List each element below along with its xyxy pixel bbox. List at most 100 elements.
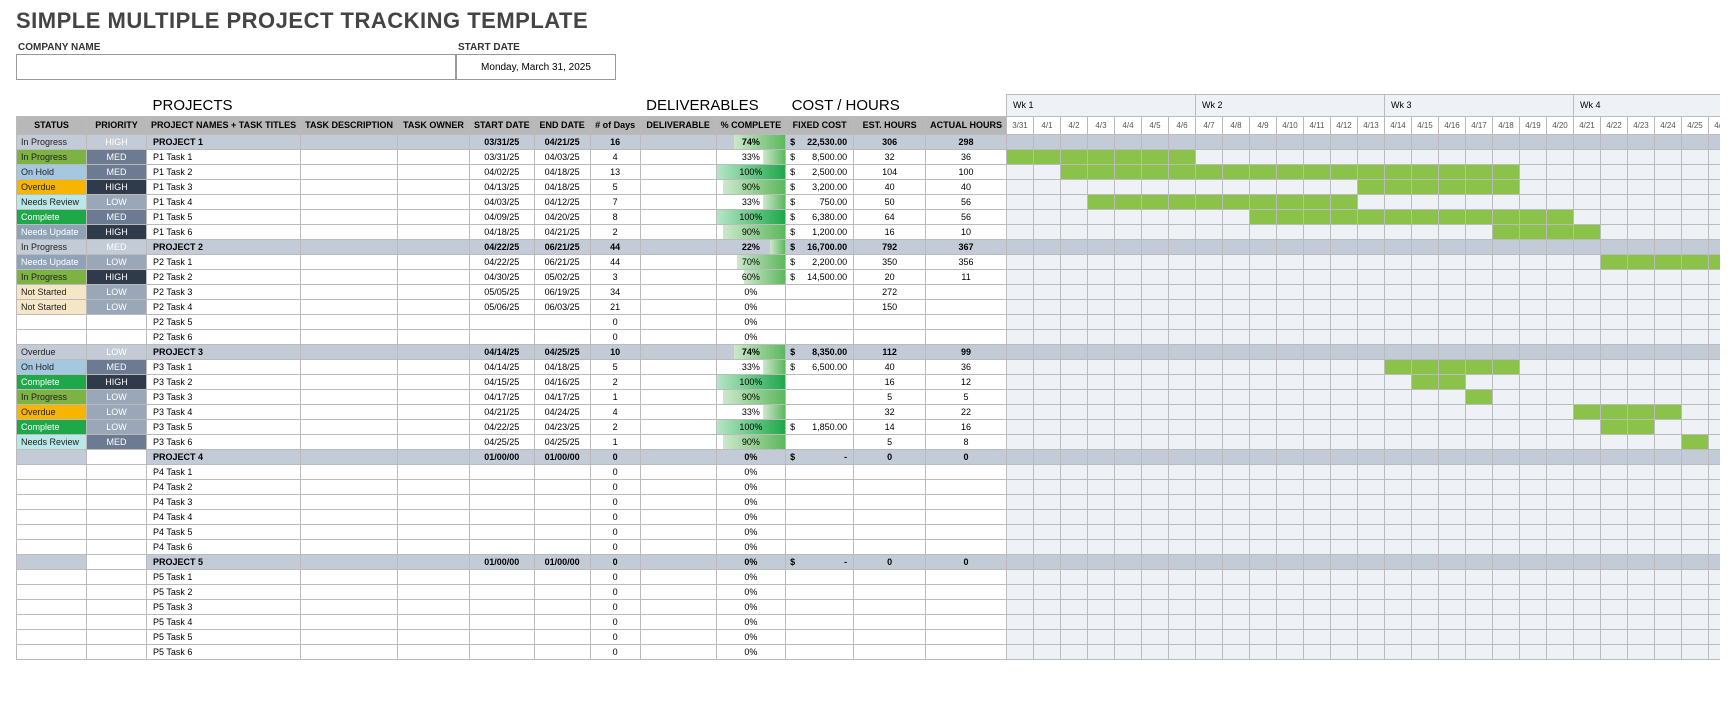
task-row[interactable]: P4 Task 600% bbox=[17, 539, 1721, 554]
percent-cell[interactable]: 22% bbox=[716, 239, 786, 254]
description-cell[interactable] bbox=[301, 284, 398, 299]
status-cell[interactable] bbox=[17, 569, 87, 584]
description-cell[interactable] bbox=[301, 164, 398, 179]
actual-hours-cell[interactable] bbox=[926, 569, 1007, 584]
end-date-cell[interactable]: 04/20/25 bbox=[534, 209, 590, 224]
start-date-cell[interactable] bbox=[469, 524, 534, 539]
status-cell[interactable] bbox=[17, 539, 87, 554]
priority-cell[interactable] bbox=[87, 479, 147, 494]
percent-cell[interactable]: 0% bbox=[716, 644, 786, 659]
cost-cell[interactable]: $3,200.00 bbox=[786, 179, 854, 194]
est-hours-cell[interactable]: 5 bbox=[854, 434, 926, 449]
cost-cell[interactable]: $1,200.00 bbox=[786, 224, 854, 239]
name-cell[interactable]: P2 Task 3 bbox=[147, 284, 301, 299]
task-row[interactable]: Needs ReviewLOWP1 Task 404/03/2504/12/25… bbox=[17, 194, 1721, 209]
actual-hours-cell[interactable] bbox=[926, 494, 1007, 509]
deliverable-cell[interactable] bbox=[640, 179, 716, 194]
percent-cell[interactable]: 100% bbox=[716, 164, 786, 179]
owner-cell[interactable] bbox=[397, 389, 469, 404]
end-date-cell[interactable] bbox=[534, 464, 590, 479]
status-cell[interactable]: Not Started bbox=[17, 299, 87, 314]
est-hours-cell[interactable]: 50 bbox=[854, 194, 926, 209]
cost-cell[interactable]: $2,200.00 bbox=[786, 254, 854, 269]
task-row[interactable]: Not StartedLOWP2 Task 405/06/2506/03/252… bbox=[17, 299, 1721, 314]
status-cell[interactable] bbox=[17, 494, 87, 509]
priority-cell[interactable]: LOW bbox=[87, 389, 147, 404]
description-cell[interactable] bbox=[301, 464, 398, 479]
days-cell[interactable]: 7 bbox=[590, 194, 640, 209]
start-date-cell[interactable]: 04/17/25 bbox=[469, 389, 534, 404]
start-date-cell[interactable]: 05/06/25 bbox=[469, 299, 534, 314]
percent-cell[interactable]: 0% bbox=[716, 629, 786, 644]
actual-hours-cell[interactable]: 36 bbox=[926, 359, 1007, 374]
project-row[interactable]: OverdueLOWPROJECT 304/14/2504/25/251074%… bbox=[17, 344, 1721, 359]
status-cell[interactable]: In Progress bbox=[17, 134, 87, 149]
deliverable-cell[interactable] bbox=[640, 479, 716, 494]
owner-cell[interactable] bbox=[397, 524, 469, 539]
percent-cell[interactable]: 0% bbox=[716, 494, 786, 509]
start-date-cell[interactable]: 04/30/25 bbox=[469, 269, 534, 284]
days-cell[interactable]: 44 bbox=[590, 239, 640, 254]
task-row[interactable]: On HoldMEDP3 Task 104/14/2504/18/25533%$… bbox=[17, 359, 1721, 374]
status-cell[interactable]: On Hold bbox=[17, 359, 87, 374]
owner-cell[interactable] bbox=[397, 584, 469, 599]
days-cell[interactable]: 0 bbox=[590, 494, 640, 509]
days-cell[interactable]: 34 bbox=[590, 284, 640, 299]
deliverable-cell[interactable] bbox=[640, 404, 716, 419]
percent-cell[interactable]: 0% bbox=[716, 284, 786, 299]
deliverable-cell[interactable] bbox=[640, 314, 716, 329]
est-hours-cell[interactable]: 150 bbox=[854, 299, 926, 314]
start-date-cell[interactable] bbox=[469, 584, 534, 599]
owner-cell[interactable] bbox=[397, 209, 469, 224]
days-cell[interactable]: 10 bbox=[590, 344, 640, 359]
end-date-cell[interactable] bbox=[534, 509, 590, 524]
days-cell[interactable]: 1 bbox=[590, 389, 640, 404]
start-date-cell[interactable]: 04/03/25 bbox=[469, 194, 534, 209]
est-hours-cell[interactable] bbox=[854, 584, 926, 599]
status-cell[interactable] bbox=[17, 644, 87, 659]
priority-cell[interactable]: LOW bbox=[87, 254, 147, 269]
name-cell[interactable]: P3 Task 6 bbox=[147, 434, 301, 449]
status-cell[interactable]: In Progress bbox=[17, 239, 87, 254]
owner-cell[interactable] bbox=[397, 284, 469, 299]
actual-hours-cell[interactable]: 22 bbox=[926, 404, 1007, 419]
start-date-cell[interactable]: 04/22/25 bbox=[469, 419, 534, 434]
name-cell[interactable]: P3 Task 4 bbox=[147, 404, 301, 419]
days-cell[interactable]: 0 bbox=[590, 509, 640, 524]
est-hours-cell[interactable] bbox=[854, 479, 926, 494]
percent-cell[interactable]: 0% bbox=[716, 329, 786, 344]
owner-cell[interactable] bbox=[397, 599, 469, 614]
percent-cell[interactable]: 0% bbox=[716, 569, 786, 584]
description-cell[interactable] bbox=[301, 389, 398, 404]
cost-cell[interactable] bbox=[786, 434, 854, 449]
task-row[interactable]: Needs UpdateHIGHP1 Task 604/18/2504/21/2… bbox=[17, 224, 1721, 239]
cost-cell[interactable] bbox=[786, 614, 854, 629]
priority-cell[interactable]: LOW bbox=[87, 344, 147, 359]
status-cell[interactable]: Needs Review bbox=[17, 434, 87, 449]
percent-cell[interactable]: 90% bbox=[716, 179, 786, 194]
deliverable-cell[interactable] bbox=[640, 224, 716, 239]
priority-cell[interactable] bbox=[87, 494, 147, 509]
actual-hours-cell[interactable] bbox=[926, 584, 1007, 599]
task-row[interactable]: Needs UpdateLOWP2 Task 104/22/2506/21/25… bbox=[17, 254, 1721, 269]
name-cell[interactable]: P3 Task 2 bbox=[147, 374, 301, 389]
task-row[interactable]: In ProgressMEDP1 Task 103/31/2504/03/254… bbox=[17, 149, 1721, 164]
task-row[interactable]: P4 Task 100% bbox=[17, 464, 1721, 479]
start-date-cell[interactable]: 04/22/25 bbox=[469, 239, 534, 254]
cost-cell[interactable] bbox=[786, 404, 854, 419]
est-hours-cell[interactable]: 350 bbox=[854, 254, 926, 269]
start-date-cell[interactable] bbox=[469, 539, 534, 554]
task-row[interactable]: P4 Task 200% bbox=[17, 479, 1721, 494]
days-cell[interactable]: 8 bbox=[590, 209, 640, 224]
status-cell[interactable]: Overdue bbox=[17, 344, 87, 359]
end-date-cell[interactable] bbox=[534, 539, 590, 554]
deliverable-cell[interactable] bbox=[640, 554, 716, 569]
status-cell[interactable] bbox=[17, 329, 87, 344]
status-cell[interactable]: Complete bbox=[17, 209, 87, 224]
priority-cell[interactable] bbox=[87, 644, 147, 659]
est-hours-cell[interactable] bbox=[854, 464, 926, 479]
start-date-cell[interactable]: 03/31/25 bbox=[469, 134, 534, 149]
description-cell[interactable] bbox=[301, 614, 398, 629]
actual-hours-cell[interactable] bbox=[926, 479, 1007, 494]
end-date-cell[interactable]: 06/19/25 bbox=[534, 284, 590, 299]
